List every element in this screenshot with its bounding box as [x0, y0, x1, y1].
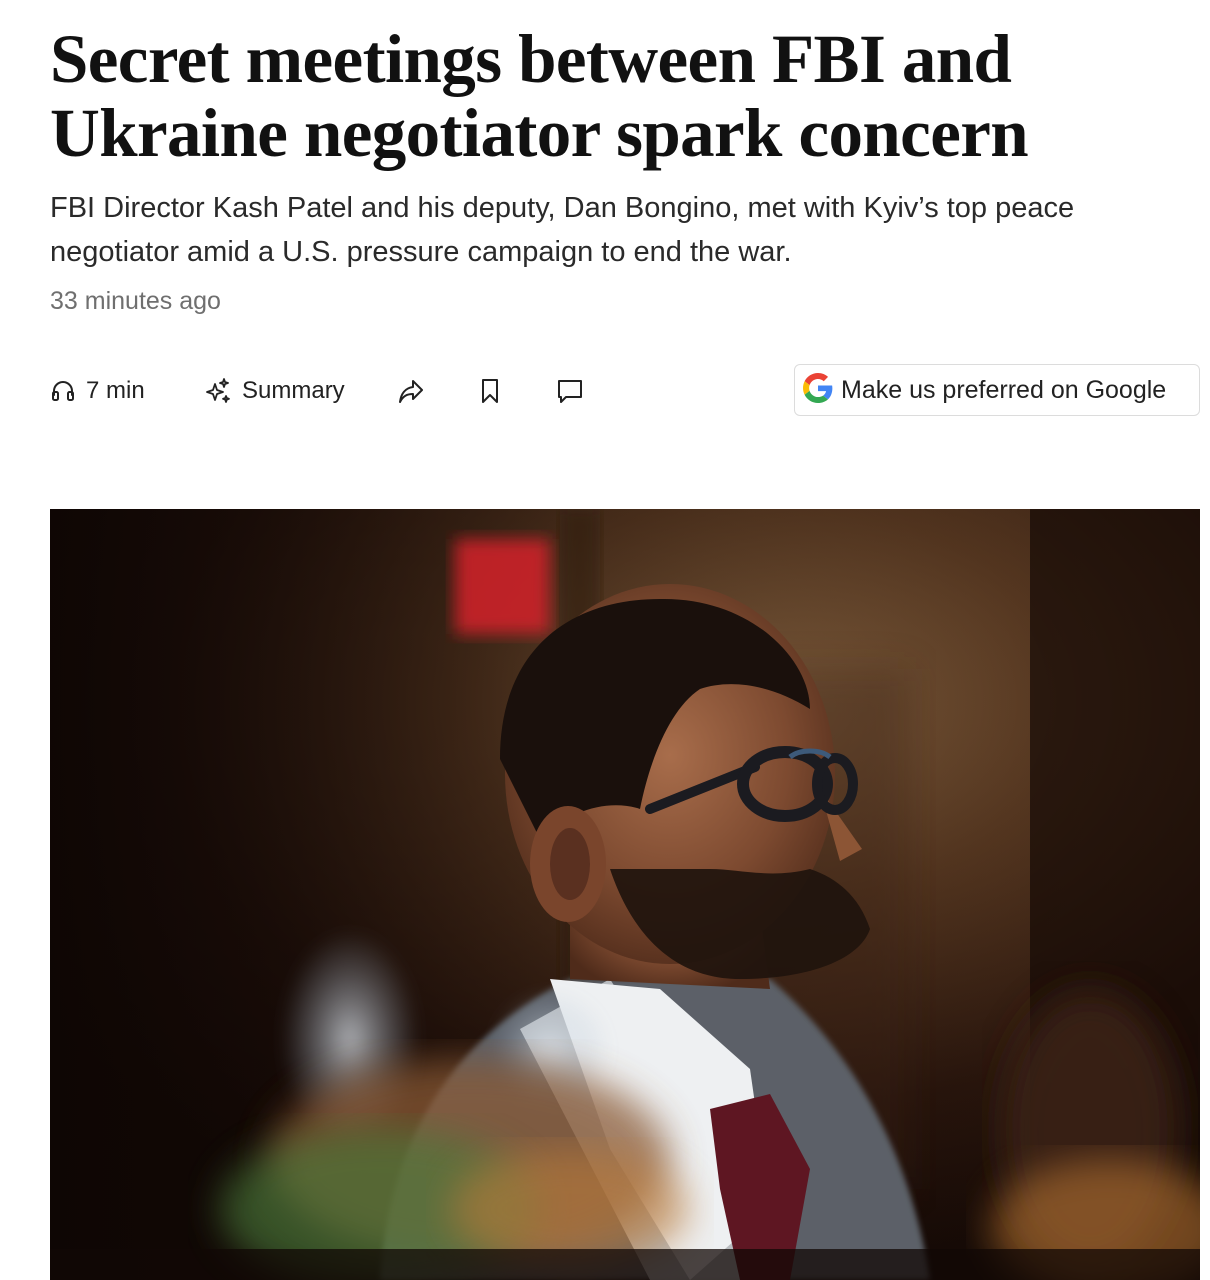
headline: Secret meetings between FBI and Ukraine …	[50, 21, 1029, 171]
comments-button[interactable]	[556, 364, 584, 418]
listen-button[interactable]: 7 min	[50, 364, 145, 418]
share-arrow-icon	[396, 376, 426, 406]
google-preferred-button[interactable]: Make us preferred on Google	[794, 364, 1200, 416]
summary-label: Summary	[242, 377, 345, 404]
bookmark-icon	[478, 377, 502, 405]
listen-duration-label: 7 min	[86, 377, 145, 404]
google-preferred-label: Make us preferred on Google	[841, 376, 1167, 404]
article-toolbar: 7 min Summary Make us preferred on Googl…	[50, 364, 1200, 418]
sparkle-icon	[202, 376, 232, 406]
save-button[interactable]	[478, 364, 502, 418]
share-button[interactable]	[396, 364, 426, 418]
summary-button[interactable]: Summary	[202, 364, 345, 418]
subheadline: FBI Director Kash Patel and his deputy, …	[50, 192, 1075, 268]
headphones-icon	[50, 378, 76, 404]
comment-icon	[556, 377, 584, 405]
google-g-icon	[803, 372, 833, 408]
hero-photo	[50, 509, 1200, 1280]
timestamp: 33 minutes ago	[50, 287, 221, 315]
article-header: Secret meetings between FBI and Ukraine …	[50, 22, 1190, 316]
